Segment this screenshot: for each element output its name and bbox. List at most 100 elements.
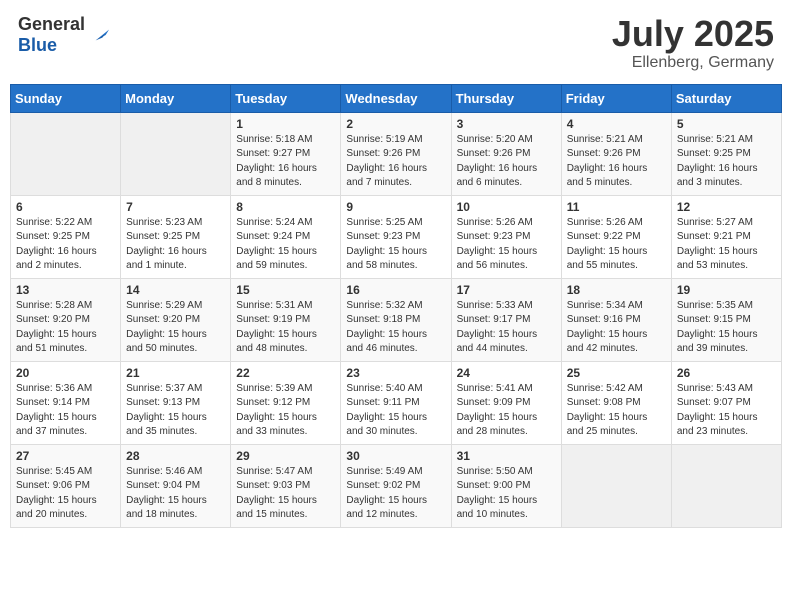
- day-number: 4: [567, 117, 666, 131]
- day-number: 30: [346, 449, 445, 463]
- calendar-cell: 1 Sunrise: 5:18 AM Sunset: 9:27 PM Daylig…: [231, 112, 341, 195]
- calendar-cell: 30 Sunrise: 5:49 AM Sunset: 9:02 PM Dayli…: [341, 444, 451, 527]
- calendar-cell: [561, 444, 671, 527]
- calendar-week-3: 13 Sunrise: 5:28 AM Sunset: 9:20 PM Dayli…: [11, 278, 782, 361]
- weekday-header-monday: Monday: [121, 84, 231, 112]
- calendar-cell: 23 Sunrise: 5:40 AM Sunset: 9:11 PM Dayli…: [341, 361, 451, 444]
- calendar-cell: 29 Sunrise: 5:47 AM Sunset: 9:03 PM Dayli…: [231, 444, 341, 527]
- day-info: Sunrise: 5:43 AM Sunset: 9:07 PM Dayligh…: [677, 382, 776, 440]
- day-info: Sunrise: 5:42 AM Sunset: 9:08 PM Dayligh…: [567, 382, 666, 440]
- day-info: Sunrise: 5:33 AM Sunset: 9:17 PM Dayligh…: [457, 299, 556, 357]
- calendar-cell: 27Sunrise: 5:45 AM Sunset: 9:06 PM Dayli…: [11, 444, 121, 527]
- logo-general: General: [18, 14, 85, 34]
- day-number: 5: [677, 117, 776, 131]
- calendar-cell: 4 Sunrise: 5:21 AM Sunset: 9:26 PM Daylig…: [561, 112, 671, 195]
- day-info: Sunrise: 5:28 AM Sunset: 9:20 PM Dayligh…: [16, 299, 115, 357]
- page-header: General Blue July 2025 Ellenberg, German…: [10, 10, 782, 76]
- day-info: Sunrise: 5:50 AM Sunset: 9:00 PM Dayligh…: [457, 465, 556, 523]
- day-number: 1: [236, 117, 335, 131]
- calendar-week-2: 6Sunrise: 5:22 AM Sunset: 9:25 PM Daylig…: [11, 195, 782, 278]
- day-number: 29: [236, 449, 335, 463]
- day-info: Sunrise: 5:25 AM Sunset: 9:23 PM Dayligh…: [346, 216, 445, 274]
- calendar-cell: 18Sunrise: 5:34 AM Sunset: 9:16 PM Dayli…: [561, 278, 671, 361]
- weekday-header-saturday: Saturday: [671, 84, 781, 112]
- day-number: 14: [126, 283, 225, 297]
- calendar-cell: 15 Sunrise: 5:31 AM Sunset: 9:19 PM Dayli…: [231, 278, 341, 361]
- calendar-week-5: 27Sunrise: 5:45 AM Sunset: 9:06 PM Dayli…: [11, 444, 782, 527]
- calendar-cell: 26 Sunrise: 5:43 AM Sunset: 9:07 PM Dayli…: [671, 361, 781, 444]
- day-info: Sunrise: 5:32 AM Sunset: 9:18 PM Dayligh…: [346, 299, 445, 357]
- logo-blue: Blue: [18, 35, 57, 55]
- calendar-cell: 11 Sunrise: 5:26 AM Sunset: 9:22 PM Dayli…: [561, 195, 671, 278]
- day-number: 2: [346, 117, 445, 131]
- day-info: Sunrise: 5:49 AM Sunset: 9:02 PM Dayligh…: [346, 465, 445, 523]
- day-info: Sunrise: 5:37 AM Sunset: 9:13 PM Dayligh…: [126, 382, 225, 440]
- day-number: 31: [457, 449, 556, 463]
- day-number: 9: [346, 200, 445, 214]
- day-info: Sunrise: 5:36 AM Sunset: 9:14 PM Dayligh…: [16, 382, 115, 440]
- calendar-cell: [671, 444, 781, 527]
- day-number: 19: [677, 283, 776, 297]
- calendar-table: SundayMondayTuesdayWednesdayThursdayFrid…: [10, 84, 782, 528]
- calendar-cell: 6Sunrise: 5:22 AM Sunset: 9:25 PM Daylig…: [11, 195, 121, 278]
- calendar-cell: [121, 112, 231, 195]
- day-info: Sunrise: 5:40 AM Sunset: 9:11 PM Dayligh…: [346, 382, 445, 440]
- day-number: 11: [567, 200, 666, 214]
- day-number: 24: [457, 366, 556, 380]
- calendar-cell: 9 Sunrise: 5:25 AM Sunset: 9:23 PM Daylig…: [341, 195, 451, 278]
- calendar-cell: 28 Sunrise: 5:46 AM Sunset: 9:04 PM Dayli…: [121, 444, 231, 527]
- logo-text: General Blue: [18, 14, 85, 56]
- calendar-cell: 25 Sunrise: 5:42 AM Sunset: 9:08 PM Dayli…: [561, 361, 671, 444]
- day-number: 28: [126, 449, 225, 463]
- day-info: Sunrise: 5:21 AM Sunset: 9:26 PM Dayligh…: [567, 133, 666, 191]
- day-info: Sunrise: 5:31 AM Sunset: 9:19 PM Dayligh…: [236, 299, 335, 357]
- day-number: 26: [677, 366, 776, 380]
- logo: General Blue: [18, 14, 109, 56]
- calendar-cell: 19 Sunrise: 5:35 AM Sunset: 9:15 PM Dayli…: [671, 278, 781, 361]
- weekday-header-wednesday: Wednesday: [341, 84, 451, 112]
- day-number: 16: [346, 283, 445, 297]
- day-number: 25: [567, 366, 666, 380]
- day-number: 23: [346, 366, 445, 380]
- day-info: Sunrise: 5:26 AM Sunset: 9:22 PM Dayligh…: [567, 216, 666, 274]
- day-info: Sunrise: 5:24 AM Sunset: 9:24 PM Dayligh…: [236, 216, 335, 274]
- day-number: 20: [16, 366, 115, 380]
- logo-icon: [89, 25, 109, 45]
- day-info: Sunrise: 5:41 AM Sunset: 9:09 PM Dayligh…: [457, 382, 556, 440]
- day-info: Sunrise: 5:23 AM Sunset: 9:25 PM Dayligh…: [126, 216, 225, 274]
- calendar-cell: 21 Sunrise: 5:37 AM Sunset: 9:13 PM Dayli…: [121, 361, 231, 444]
- calendar-title: July 2025: [612, 14, 774, 54]
- day-number: 10: [457, 200, 556, 214]
- day-number: 15: [236, 283, 335, 297]
- weekday-header-row: SundayMondayTuesdayWednesdayThursdayFrid…: [11, 84, 782, 112]
- calendar-cell: 22Sunrise: 5:39 AM Sunset: 9:12 PM Dayli…: [231, 361, 341, 444]
- weekday-header-thursday: Thursday: [451, 84, 561, 112]
- calendar-cell: 14 Sunrise: 5:29 AM Sunset: 9:20 PM Dayli…: [121, 278, 231, 361]
- calendar-cell: 13 Sunrise: 5:28 AM Sunset: 9:20 PM Dayli…: [11, 278, 121, 361]
- day-info: Sunrise: 5:27 AM Sunset: 9:21 PM Dayligh…: [677, 216, 776, 274]
- calendar-week-1: 1 Sunrise: 5:18 AM Sunset: 9:27 PM Daylig…: [11, 112, 782, 195]
- day-number: 7: [126, 200, 225, 214]
- day-number: 18: [567, 283, 666, 297]
- day-info: Sunrise: 5:46 AM Sunset: 9:04 PM Dayligh…: [126, 465, 225, 523]
- day-info: Sunrise: 5:21 AM Sunset: 9:25 PM Dayligh…: [677, 133, 776, 191]
- calendar-cell: 2Sunrise: 5:19 AM Sunset: 9:26 PM Daylig…: [341, 112, 451, 195]
- day-info: Sunrise: 5:35 AM Sunset: 9:15 PM Dayligh…: [677, 299, 776, 357]
- day-info: Sunrise: 5:20 AM Sunset: 9:26 PM Dayligh…: [457, 133, 556, 191]
- day-number: 6: [16, 200, 115, 214]
- calendar-cell: 12Sunrise: 5:27 AM Sunset: 9:21 PM Dayli…: [671, 195, 781, 278]
- day-info: Sunrise: 5:47 AM Sunset: 9:03 PM Dayligh…: [236, 465, 335, 523]
- weekday-header-sunday: Sunday: [11, 84, 121, 112]
- day-info: Sunrise: 5:29 AM Sunset: 9:20 PM Dayligh…: [126, 299, 225, 357]
- calendar-cell: 16 Sunrise: 5:32 AM Sunset: 9:18 PM Dayli…: [341, 278, 451, 361]
- calendar-cell: 3Sunrise: 5:20 AM Sunset: 9:26 PM Daylig…: [451, 112, 561, 195]
- calendar-cell: 17Sunrise: 5:33 AM Sunset: 9:17 PM Dayli…: [451, 278, 561, 361]
- calendar-cell: 31 Sunrise: 5:50 AM Sunset: 9:00 PM Dayli…: [451, 444, 561, 527]
- calendar-cell: [11, 112, 121, 195]
- day-number: 21: [126, 366, 225, 380]
- day-number: 8: [236, 200, 335, 214]
- day-number: 22: [236, 366, 335, 380]
- day-info: Sunrise: 5:18 AM Sunset: 9:27 PM Dayligh…: [236, 133, 335, 191]
- calendar-week-4: 20 Sunrise: 5:36 AM Sunset: 9:14 PM Dayli…: [11, 361, 782, 444]
- day-number: 13: [16, 283, 115, 297]
